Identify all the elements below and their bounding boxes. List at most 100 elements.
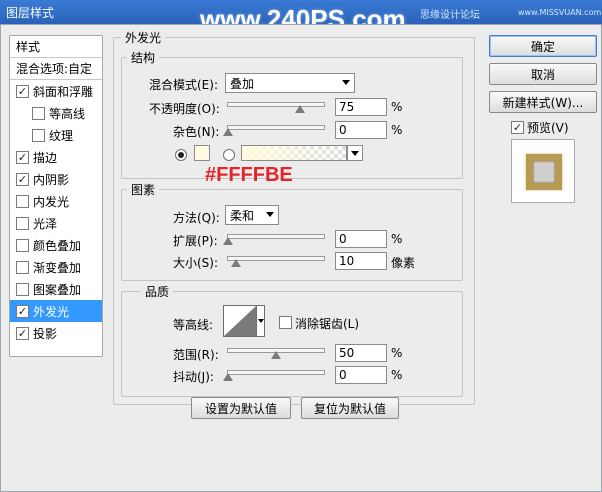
style-list-item[interactable]: ✓ 内阴影 xyxy=(10,168,102,190)
preview-checkbox[interactable]: ✓ xyxy=(511,121,524,134)
style-list-item-label: 渐变叠加 xyxy=(33,260,82,275)
ok-button[interactable]: 确定 xyxy=(489,35,597,57)
noise-slider-thumb[interactable] xyxy=(223,128,233,136)
range-slider-thumb[interactable] xyxy=(271,351,281,359)
style-list-item-label: 投影 xyxy=(33,326,58,341)
style-list-item[interactable]: ✓ 外发光 xyxy=(10,300,102,322)
reset-default-button[interactable]: 复位为默认值 xyxy=(301,397,399,419)
spread-unit: % xyxy=(391,232,403,246)
opacity-input[interactable]: 75 xyxy=(335,98,387,116)
window-title: 图层样式 xyxy=(6,6,55,20)
size-label: 大小(S): xyxy=(173,256,219,270)
style-checkbox[interactable] xyxy=(16,282,29,296)
chevron-down-icon xyxy=(342,80,350,85)
gradient-radio[interactable] xyxy=(223,149,235,161)
style-checkbox[interactable] xyxy=(16,216,29,230)
style-checkbox[interactable]: ✓ xyxy=(16,84,29,98)
watermark-url: www.MISSVUAN.com xyxy=(518,8,602,17)
gradient-dropdown-button[interactable] xyxy=(347,145,363,161)
jitter-slider-thumb[interactable] xyxy=(223,373,233,381)
contour-picker[interactable] xyxy=(223,305,257,337)
style-list-item-label: 图案叠加 xyxy=(33,282,82,297)
range-input[interactable]: 50 xyxy=(335,344,387,362)
jitter-label: 抖动(J): xyxy=(173,370,214,384)
chevron-down-icon xyxy=(258,319,264,323)
elements-legend: 图素 xyxy=(127,181,160,198)
glow-color-swatch[interactable] xyxy=(194,145,210,161)
style-checkbox[interactable]: ✓ xyxy=(16,150,29,164)
quality-legend: 品质 xyxy=(141,283,174,300)
style-list-item[interactable]: 渐变叠加 xyxy=(10,256,102,278)
blend-options-item[interactable]: 混合选项:自定 xyxy=(10,58,102,80)
jitter-input[interactable]: 0 xyxy=(335,366,387,384)
opacity-slider[interactable] xyxy=(227,102,325,107)
noise-slider[interactable] xyxy=(227,125,325,130)
style-list-item-label: 颜色叠加 xyxy=(33,238,82,253)
style-checkbox[interactable]: ✓ xyxy=(16,326,29,340)
structure-legend: 结构 xyxy=(127,49,160,66)
range-label: 范围(R): xyxy=(173,348,219,362)
style-checkbox[interactable] xyxy=(32,128,45,142)
style-checkbox[interactable]: ✓ xyxy=(16,304,29,318)
layer-style-dialog: 样式 混合选项:自定 ✓ 斜面和浮雕等高线纹理 ✓ 描边 ✓ 内阴影内发光光泽颜色叠加渐变… xyxy=(0,24,602,492)
style-list-item[interactable]: 光泽 xyxy=(10,212,102,234)
style-checkbox[interactable] xyxy=(16,260,29,274)
style-list-item-label: 等高线 xyxy=(49,106,86,121)
opacity-slider-thumb[interactable] xyxy=(295,105,305,113)
style-list-item[interactable]: ✓ 投影 xyxy=(10,322,102,344)
style-list-item-label: 外发光 xyxy=(33,304,70,319)
noise-unit: % xyxy=(391,123,403,137)
spread-label: 扩展(P): xyxy=(173,234,218,248)
antialias-checkbox[interactable] xyxy=(279,316,292,329)
style-list-item[interactable]: 内发光 xyxy=(10,190,102,212)
contour-dropdown-button[interactable] xyxy=(257,305,265,337)
opacity-unit: % xyxy=(391,100,403,114)
style-list-item-label: 描边 xyxy=(33,150,58,165)
blend-mode-value: 叠加 xyxy=(230,76,255,91)
style-list-item[interactable]: ✓ 斜面和浮雕 xyxy=(10,80,102,102)
jitter-unit: % xyxy=(391,368,403,382)
style-checkbox[interactable] xyxy=(16,238,29,252)
color-annotation: #FFFFBE xyxy=(205,164,293,186)
spread-input[interactable]: 0 xyxy=(335,230,387,248)
noise-label: 杂色(N): xyxy=(173,125,220,139)
style-list-header[interactable]: 样式 xyxy=(10,36,102,58)
blend-mode-select[interactable]: 叠加 xyxy=(225,73,355,93)
technique-value: 柔和 xyxy=(230,208,255,223)
noise-input[interactable]: 0 xyxy=(335,121,387,139)
opacity-label: 不透明度(O): xyxy=(149,102,220,116)
size-slider[interactable] xyxy=(227,256,325,261)
style-list-item[interactable]: 颜色叠加 xyxy=(10,234,102,256)
preview-label: 预览(V) xyxy=(527,121,569,135)
size-slider-thumb[interactable] xyxy=(231,259,241,267)
style-preview-thumbnail xyxy=(511,139,575,203)
technique-label: 方法(Q): xyxy=(173,211,220,225)
jitter-slider[interactable] xyxy=(227,370,325,375)
style-checkbox[interactable] xyxy=(16,194,29,208)
size-input[interactable]: 10 xyxy=(335,252,387,270)
new-style-button[interactable]: 新建样式(W)... xyxy=(489,91,597,113)
style-checkbox[interactable] xyxy=(32,106,45,120)
contour-label: 等高线: xyxy=(173,318,214,332)
solid-color-radio[interactable] xyxy=(175,149,187,161)
chevron-down-icon xyxy=(351,151,359,156)
glow-gradient-swatch[interactable] xyxy=(241,145,347,161)
style-list-item-label: 纹理 xyxy=(49,128,74,143)
blend-mode-label: 混合模式(E): xyxy=(149,78,218,92)
preview-frame xyxy=(526,154,562,190)
style-list-item[interactable]: 图案叠加 xyxy=(10,278,102,300)
set-default-button[interactable]: 设置为默认值 xyxy=(191,397,291,419)
style-list-item[interactable]: 纹理 xyxy=(10,124,102,146)
style-checkbox[interactable]: ✓ xyxy=(16,172,29,186)
technique-select[interactable]: 柔和 xyxy=(225,205,279,225)
spread-slider-thumb[interactable] xyxy=(223,237,233,245)
outer-glow-title: 外发光 xyxy=(121,29,166,46)
spread-slider[interactable] xyxy=(227,234,325,239)
size-unit: 像素 xyxy=(391,256,416,270)
cancel-button[interactable]: 取消 xyxy=(489,63,597,85)
style-list: 样式 混合选项:自定 ✓ 斜面和浮雕等高线纹理 ✓ 描边 ✓ 内阴影内发光光泽颜色叠加渐变… xyxy=(9,35,103,357)
style-list-item-label: 内发光 xyxy=(33,194,70,209)
style-list-item[interactable]: ✓ 描边 xyxy=(10,146,102,168)
chevron-down-icon xyxy=(266,212,274,217)
style-list-item[interactable]: 等高线 xyxy=(10,102,102,124)
